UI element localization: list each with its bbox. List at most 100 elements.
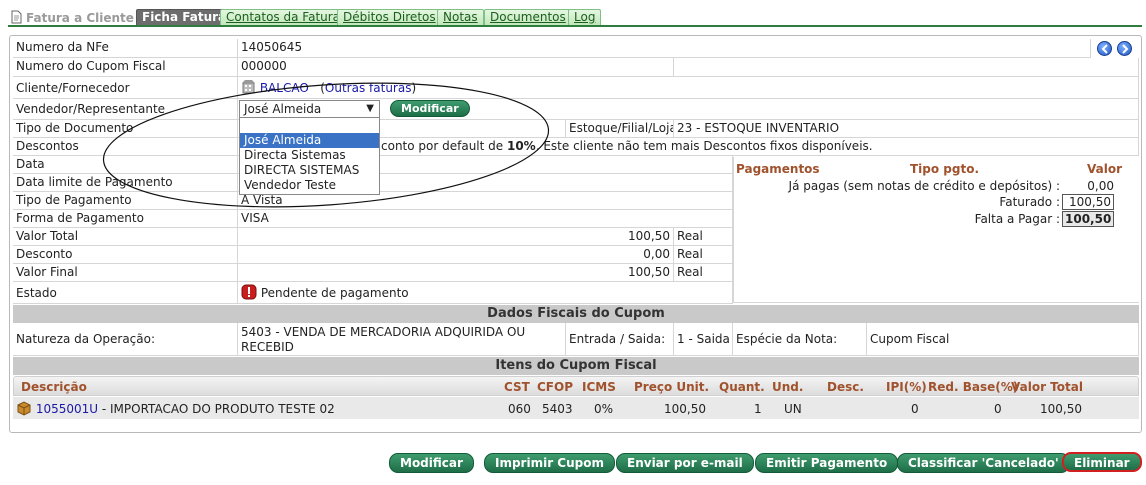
- natureza-label: Natureza da Operação:: [13, 323, 238, 356]
- tab-debitos-diretos[interactable]: Débitos Diretos: [337, 9, 442, 26]
- item-total: 100,50: [1040, 402, 1082, 416]
- emitir-pagamento-button[interactable]: Emitir Pagamento: [755, 453, 899, 473]
- col-cst: CST: [504, 380, 530, 394]
- forma-pag-value: VISA: [238, 210, 733, 228]
- estoque-value: 23 - ESTOQUE INVENTARIO: [674, 120, 1139, 138]
- estado-value: Pendente de pagamento: [260, 286, 409, 300]
- col-ipi: IPI(%): [886, 380, 927, 394]
- especie-value: Cupom Fiscal: [867, 323, 1139, 356]
- tab-contatos-fatura[interactable]: Contatos da Fatura: [220, 9, 347, 26]
- valor-final-label: Valor Final: [13, 264, 238, 282]
- tab-underline: [8, 25, 1142, 27]
- faturado-value: 100,50: [1062, 194, 1114, 210]
- tab-documentos[interactable]: Documentos: [484, 9, 572, 26]
- fiscal-section-title: Dados Fiscais do Cupom: [13, 305, 1139, 323]
- tipo-doc-label: Tipo de Documento: [13, 120, 238, 138]
- item-cst: 060: [508, 402, 531, 416]
- tipo-pgto-header: Tipo pgto.: [910, 162, 980, 176]
- vendedor-modify-button[interactable]: Modificar: [390, 100, 470, 117]
- valor-total-unit: Real: [674, 228, 733, 246]
- vendedor-select[interactable]: José Almeida ▼: [239, 100, 380, 118]
- valor-total-value: 100,50: [238, 228, 674, 246]
- col-desc: Desc.: [827, 380, 864, 394]
- pagamentos-box: Pagamentos Tipo pgto. Valor Já pagas (se…: [733, 157, 1139, 303]
- tipo-pag-label: Tipo de Pagamento: [13, 192, 238, 210]
- vendedor-dropdown-list: José Almeida Directa Sistemas DIRECTA SI…: [239, 117, 380, 195]
- dropdown-arrow-icon: ▼: [366, 103, 374, 114]
- items-section-title: Itens do Cupom Fiscal: [13, 357, 1139, 375]
- next-arrow-icon[interactable]: [1117, 41, 1132, 56]
- col-und: Und.: [772, 380, 804, 394]
- alert-icon: [241, 284, 257, 300]
- cupom-empty-cell: [674, 58, 1139, 77]
- natureza-value: 5403 - VENDA DE MERCADORIA ADQUIRIDA OU R…: [238, 323, 566, 356]
- cupom-value: 000000: [238, 58, 674, 77]
- faturado-row: Faturado :100,50: [999, 194, 1114, 210]
- tab-log[interactable]: Log: [568, 9, 602, 26]
- items-table-header: Descrição CST CFOP ICMS Preço Unit. Quan…: [13, 376, 1139, 396]
- valor-final-unit: Real: [674, 264, 733, 282]
- item-und: UN: [784, 402, 802, 416]
- col-red: Red. Base(%): [928, 380, 1019, 394]
- col-total: Valor Total: [1011, 380, 1083, 394]
- cupom-label: Numero do Cupom Fiscal: [13, 58, 238, 77]
- desconto-label: Desconto: [13, 246, 238, 264]
- building-icon: [242, 80, 255, 94]
- col-quant: Quant.: [719, 380, 765, 394]
- tab-notas[interactable]: Notas: [437, 9, 484, 26]
- item-name: - IMPORTACAO DO PRODUTO TESTE 02: [98, 402, 335, 416]
- data-limite-label: Data limite de Pagamento: [13, 174, 238, 192]
- pagamentos-header: Pagamentos: [736, 162, 820, 176]
- vendedor-label: Vendedor/Representante: [13, 99, 238, 120]
- dropdown-option-jose-almeida[interactable]: José Almeida: [240, 133, 379, 148]
- cliente-cell: BALCAO (Outras faturas): [238, 77, 1139, 99]
- desconto-unit: Real: [674, 246, 733, 264]
- especie-label: Espécie da Nota:: [733, 323, 867, 356]
- dropdown-option-directa-sistemas-upper[interactable]: DIRECTA SISTEMAS: [240, 163, 379, 178]
- item-preco: 100,50: [664, 402, 706, 416]
- cliente-link[interactable]: BALCAO: [260, 81, 309, 95]
- imprimir-cupom-button[interactable]: Imprimir Cupom: [484, 453, 615, 473]
- enviar-email-button[interactable]: Enviar por e-mail: [616, 453, 754, 473]
- col-cfop: CFOP: [537, 380, 573, 394]
- ja-pagas-row: Já pagas (sem notas de crédito e depósit…: [788, 179, 1114, 193]
- col-icms: ICMS: [582, 380, 616, 394]
- dropdown-option-directa-sistemas[interactable]: Directa Sistemas: [240, 148, 379, 163]
- falta-row: Falta a Pagar :100,50: [975, 211, 1114, 227]
- item-code-link[interactable]: 1055001U: [36, 402, 98, 416]
- valor-total-label: Valor Total: [13, 228, 238, 246]
- cliente-label: Cliente/Fornecedor: [13, 77, 238, 99]
- estoque-label: Estoque/Filial/Loja: [566, 120, 674, 138]
- item-quant: 1: [754, 402, 762, 416]
- previous-arrow-icon[interactable]: [1097, 41, 1112, 56]
- item-icms: 0%: [594, 402, 614, 416]
- nfe-label: Numero da NFe: [13, 39, 238, 58]
- package-icon: [17, 401, 31, 416]
- col-descricao: Descrição: [21, 380, 87, 394]
- item-ipi: 0: [911, 402, 919, 416]
- estado-label: Estado: [13, 282, 238, 304]
- classificar-cancelado-button[interactable]: Classificar 'Cancelado': [897, 453, 1070, 473]
- col-preco: Preço Unit.: [634, 380, 710, 394]
- dropdown-option-vendedor-teste[interactable]: Vendedor Teste: [240, 178, 379, 193]
- table-row: 1055001U - IMPORTACAO DO PRODUTO TESTE 0…: [13, 397, 1139, 419]
- modificar-button[interactable]: Modificar: [389, 453, 474, 473]
- descontos-label: Descontos: [13, 138, 238, 156]
- eliminar-button[interactable]: Eliminar: [1062, 452, 1142, 472]
- document-icon: [11, 10, 22, 24]
- ja-pagas-value: 0,00: [1087, 179, 1114, 193]
- valor-header: Valor: [1087, 162, 1123, 176]
- entrada-value: 1 - Saida: [674, 323, 733, 356]
- estado-cell: Pendente de pagamento: [238, 282, 733, 304]
- entrada-label: Entrada / Saida:: [566, 323, 674, 356]
- outras-faturas-link[interactable]: Outras faturas: [325, 81, 412, 95]
- falta-value: 100,50: [1062, 211, 1114, 227]
- item-cfop: 5403: [542, 402, 573, 416]
- valor-final-value: 100,50: [238, 264, 674, 282]
- nfe-value: 14050645: [238, 39, 1091, 58]
- desconto-value: 0,00: [238, 246, 674, 264]
- tab-bar: Fatura a Cliente Ficha Fatura Contatos d…: [10, 7, 1140, 27]
- forma-pag-label: Forma de Pagamento: [13, 210, 238, 228]
- item-red: 0: [994, 402, 1002, 416]
- data-label: Data: [13, 156, 238, 174]
